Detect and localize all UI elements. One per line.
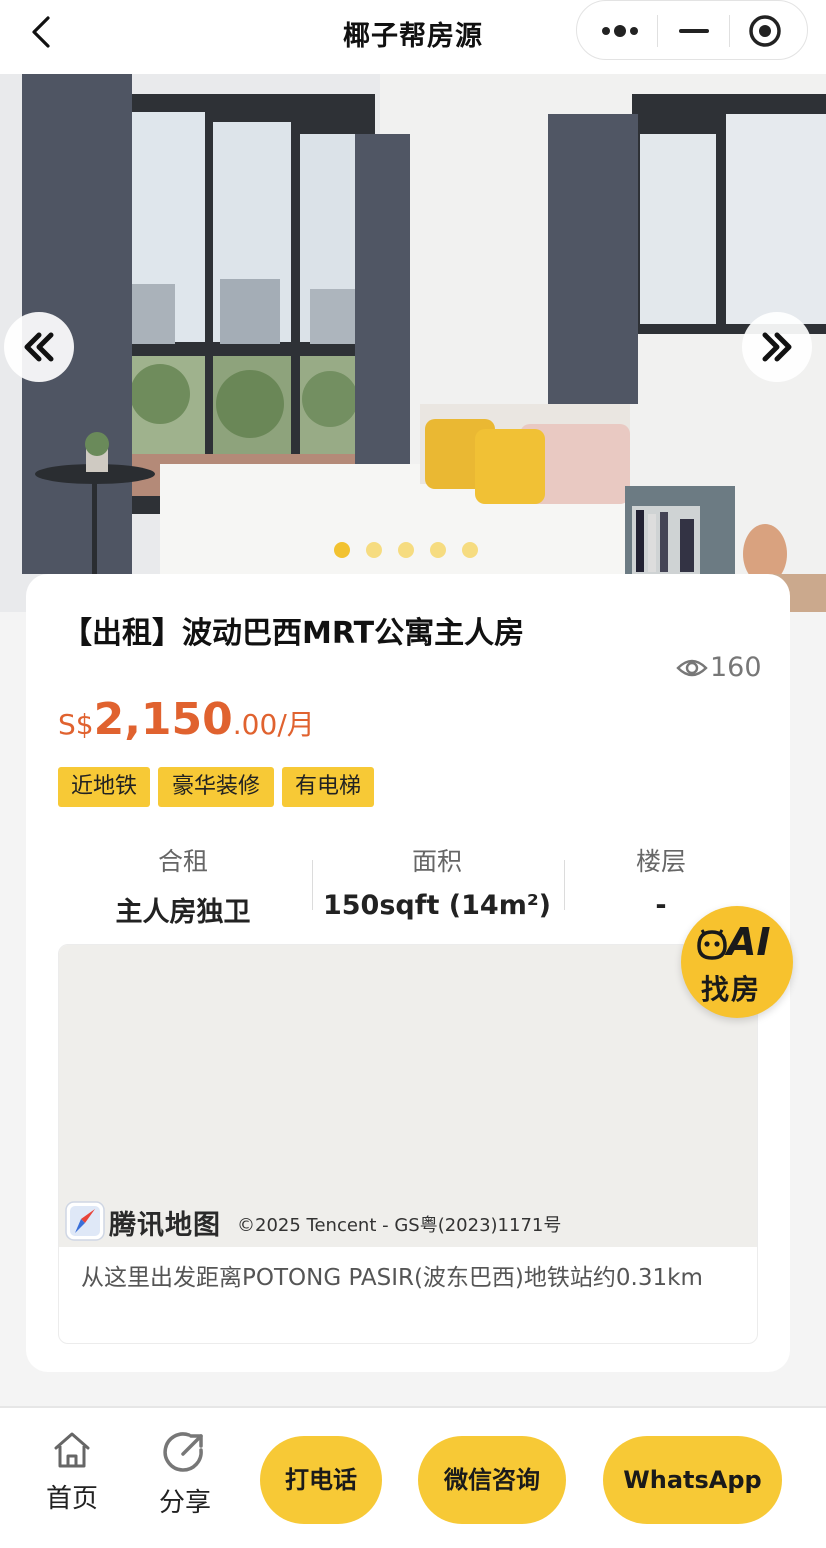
- ai-sublabel: 找房: [701, 973, 762, 1006]
- close-app-icon[interactable]: [747, 13, 783, 49]
- share-tab[interactable]: 分享: [145, 1428, 225, 1519]
- more-icon[interactable]: [599, 19, 641, 43]
- bedroom-photo: [0, 74, 826, 612]
- share-label: 分享: [158, 1488, 211, 1518]
- mini-program-capsule: [576, 0, 808, 60]
- spec-value: 150sqft (14m²): [322, 890, 552, 921]
- gallery-dot[interactable]: [366, 542, 382, 558]
- distance-text: 从这里出发距离POTONG PASIR(波东巴西)地铁站约0.31km: [81, 1265, 703, 1291]
- double-chevron-left-icon: [24, 332, 54, 362]
- whatsapp-button[interactable]: WhatsApp: [603, 1436, 782, 1524]
- gallery-next-button[interactable]: [742, 312, 812, 382]
- gallery-dot[interactable]: [398, 542, 414, 558]
- price: S$2,150.00/月: [58, 694, 315, 745]
- home-icon: [54, 1432, 90, 1468]
- spec-label: 楼层: [635, 847, 686, 876]
- price-currency: S$: [58, 708, 94, 741]
- top-nav-bar: 椰子帮房源: [0, 0, 826, 74]
- spec-label: 合租: [157, 847, 208, 876]
- price-unit: /月: [277, 708, 315, 741]
- tag: 近地铁: [58, 767, 150, 807]
- gallery-dot[interactable]: [430, 542, 446, 558]
- home-label: 首页: [45, 1484, 98, 1514]
- minimize-icon[interactable]: [677, 19, 711, 43]
- double-chevron-right-icon: [762, 332, 792, 362]
- tencent-map-logo-icon: [65, 1201, 105, 1241]
- map-copyright: ©2025 Tencent - GS粤(2023)1171号: [237, 1215, 562, 1236]
- tag: 有电梯: [282, 767, 374, 807]
- price-decimal: .00: [232, 708, 278, 741]
- photo-gallery[interactable]: [0, 74, 826, 612]
- spec-label: 面积: [411, 847, 462, 876]
- map-canvas[interactable]: [59, 945, 757, 1247]
- listing-title: 【出租】波动巴西MRT公寓主人房: [62, 616, 525, 651]
- ai-find-home-button[interactable]: AI 找房: [681, 906, 793, 1018]
- spec-area: 面积 150sqft (14m²): [310, 842, 564, 921]
- home-tab[interactable]: 首页: [32, 1428, 112, 1515]
- ai-label: AI: [727, 920, 771, 964]
- capsule-divider: [657, 15, 658, 47]
- map-brand: 腾讯地图: [109, 1210, 221, 1241]
- gallery-dot[interactable]: [462, 542, 478, 558]
- share-icon: [163, 1432, 203, 1472]
- spec-rent-type: 合租 主人房独卫: [56, 842, 310, 929]
- price-integer: 2,150: [93, 694, 233, 745]
- eye-icon: [676, 659, 708, 677]
- smiley-face-icon: [697, 929, 727, 960]
- gallery-prev-button[interactable]: [4, 312, 74, 382]
- location-map[interactable]: 腾讯地图 ©2025 Tencent - GS粤(2023)1171号 从这里出…: [58, 944, 758, 1344]
- wechat-consult-button[interactable]: 微信咨询: [418, 1436, 566, 1524]
- bottom-action-bar: 首页 分享 打电话 微信咨询 WhatsApp: [0, 1406, 826, 1548]
- spec-value: 主人房独卫: [115, 897, 251, 928]
- call-button[interactable]: 打电话: [260, 1436, 382, 1524]
- capsule-divider: [729, 15, 730, 47]
- tag: 豪华装修: [158, 767, 274, 807]
- property-specs: 合租 主人房独卫 面积 150sqft (14m²) 楼层 -: [58, 842, 758, 932]
- listing-card: 【出租】波动巴西MRT公寓主人房 160 S$2,150.00/月 近地铁 豪华…: [26, 574, 790, 1372]
- view-count-value: 160: [710, 652, 762, 683]
- gallery-dot[interactable]: [334, 542, 350, 558]
